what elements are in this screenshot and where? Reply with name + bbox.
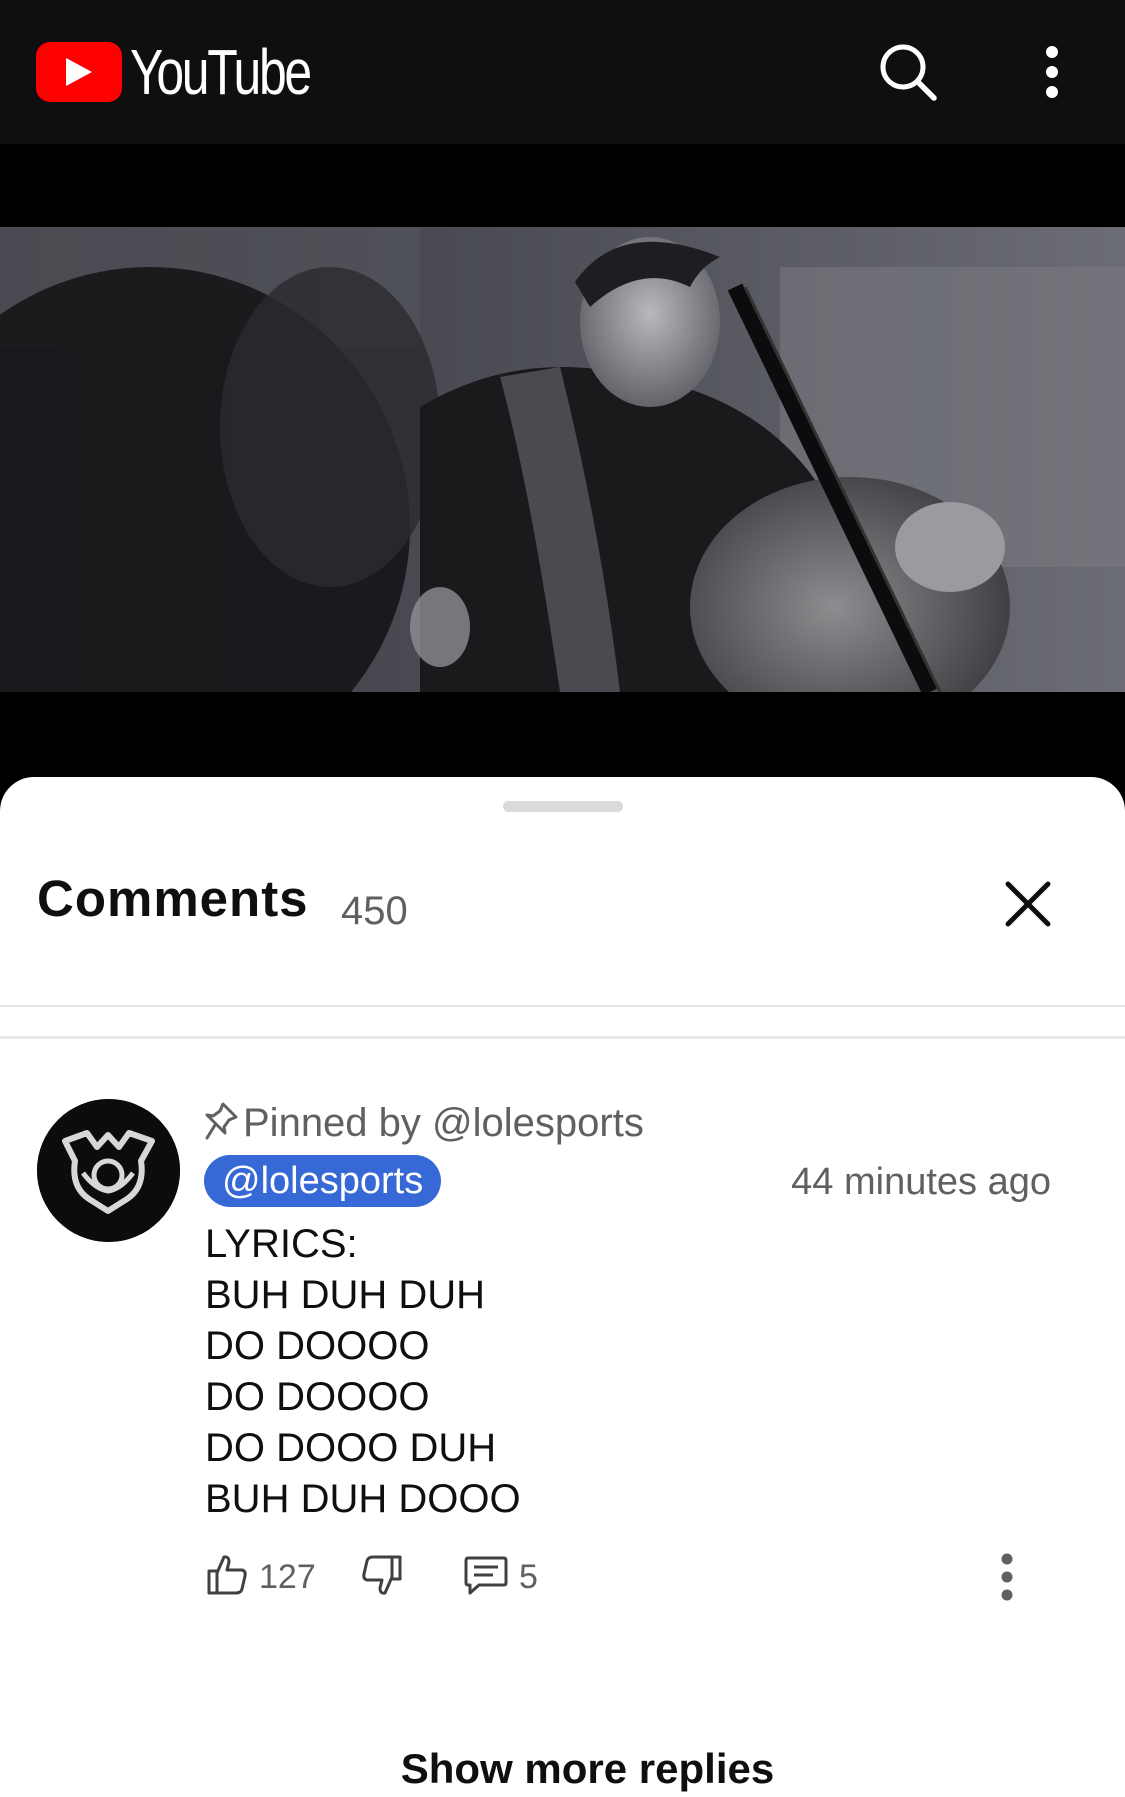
comment-line: LYRICS:	[205, 1222, 358, 1266]
avatar[interactable]	[37, 1099, 180, 1242]
youtube-logo[interactable]: YouTube	[36, 36, 361, 108]
close-icon[interactable]	[998, 874, 1058, 934]
more-vert-icon[interactable]	[987, 1547, 1027, 1607]
dislike-button[interactable]	[360, 1547, 404, 1607]
divider	[0, 1005, 1125, 1007]
comment-line: BUH DUH DUH	[205, 1273, 485, 1317]
comment-actions: 127 5	[205, 1547, 1075, 1607]
video-frame	[0, 227, 1125, 692]
comment-author[interactable]: @lolesports	[204, 1155, 442, 1207]
pinned-by-text: Pinned by @lolesports	[243, 1100, 644, 1145]
comments-sheet: Comments 450 Pinned by @lolesports @lole…	[0, 777, 1125, 1797]
comment-timestamp: 44 minutes ago	[791, 1161, 1051, 1203]
divider	[0, 1036, 1125, 1039]
reply-count: 5	[519, 1557, 538, 1596]
thumbs-up-icon	[205, 1553, 249, 1602]
comment-line: DO DOOOO	[205, 1375, 430, 1419]
like-count: 127	[259, 1557, 316, 1596]
comments-title: Comments	[37, 870, 309, 927]
play-icon	[36, 42, 122, 102]
comment-line: BUH DUH DOOO	[205, 1477, 521, 1521]
search-icon[interactable]	[872, 36, 944, 108]
video-player[interactable]	[0, 144, 1125, 777]
comment-line: DO DOOOO	[205, 1324, 430, 1368]
comment-icon	[463, 1553, 509, 1602]
pin-icon	[205, 1101, 239, 1146]
show-more-replies-button[interactable]: Show more replies	[0, 1745, 1125, 1793]
thumbs-down-icon	[360, 1553, 404, 1602]
like-button[interactable]: 127	[205, 1547, 316, 1607]
brand-name: YouTube	[130, 36, 312, 108]
comments-count: 450	[341, 889, 408, 933]
comment-line: DO DOOO DUH	[205, 1426, 497, 1470]
reply-button[interactable]: 5	[463, 1547, 538, 1607]
drag-handle[interactable]	[503, 801, 623, 812]
pinned-label: Pinned by @lolesports	[205, 1099, 644, 1147]
more-vert-icon[interactable]	[1016, 36, 1088, 108]
app-header: YouTube	[0, 0, 1125, 144]
comment-text: LYRICS: BUH DUH DUH DO DOOOO DO DOOOO DO…	[205, 1219, 521, 1525]
